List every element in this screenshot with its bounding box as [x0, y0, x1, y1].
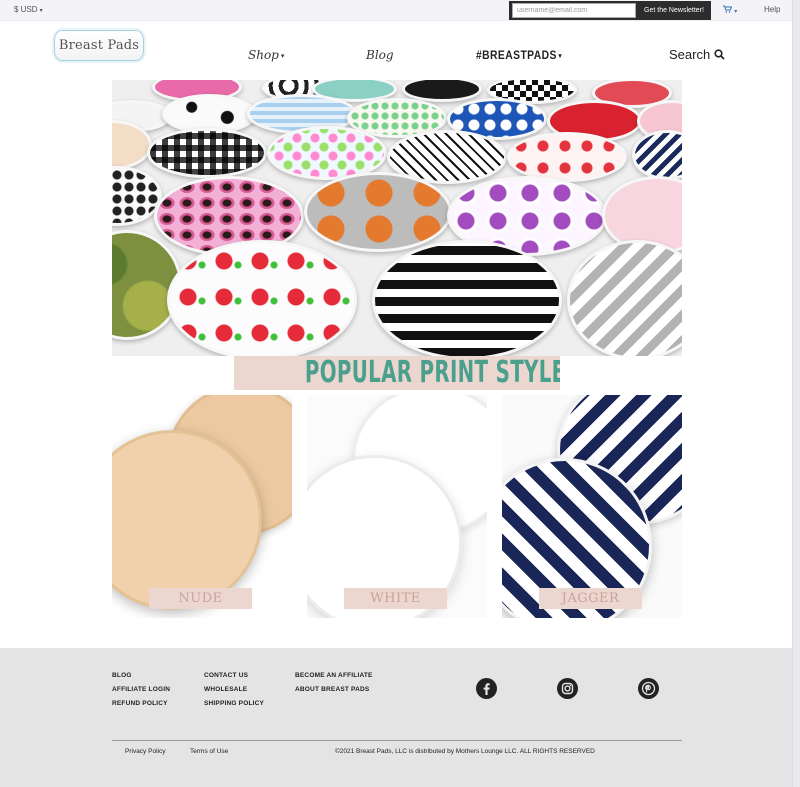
- pad-gray-chevron: [567, 240, 682, 356]
- footer-link-refund-policy[interactable]: REFUND POLICY: [112, 700, 168, 707]
- logo-text: Breast Pads: [58, 38, 140, 53]
- footer-link-contact-us[interactable]: CONTACT US: [204, 672, 248, 679]
- newsletter-submit-button[interactable]: Get the Newsletter!: [639, 3, 709, 18]
- footer-link-about[interactable]: ABOUT BREAST PADS: [295, 686, 369, 693]
- product-label-white: WHITE: [344, 588, 447, 609]
- pad-navy-chevron-r: [632, 130, 682, 180]
- footer-link-wholesale[interactable]: WHOLESALE: [204, 686, 247, 693]
- banner-heading: POPULAR PRINT STYLES: [304, 356, 560, 390]
- cart-icon: [723, 5, 734, 15]
- footer-link-blog[interactable]: BLOG: [112, 672, 132, 679]
- search-button[interactable]: Search: [669, 47, 725, 62]
- facebook-icon[interactable]: [476, 678, 497, 699]
- currency-selector[interactable]: $ USD ▾: [14, 5, 43, 14]
- help-link[interactable]: Help: [764, 5, 780, 14]
- pinterest-icon[interactable]: [638, 678, 659, 699]
- pad-basketball: [304, 172, 452, 252]
- search-label: Search: [669, 47, 711, 62]
- pad-gingham: [147, 128, 267, 178]
- product-tile-nude[interactable]: NUDE: [112, 395, 292, 618]
- pad-hearts: [507, 132, 627, 182]
- page-scrollbar[interactable]: [792, 0, 800, 787]
- search-icon: [714, 47, 725, 62]
- product-tile-white[interactable]: WHITE: [307, 395, 487, 618]
- footer-divider: [112, 740, 682, 741]
- product-label-jagger: JAGGER: [539, 588, 642, 609]
- product-tile-jagger[interactable]: JAGGER: [502, 395, 682, 618]
- site-footer: [0, 648, 792, 787]
- instagram-icon[interactable]: [557, 678, 578, 699]
- footer-link-become-affiliate[interactable]: BECOME AN AFFILIATE: [295, 672, 373, 679]
- newsletter-form: Get the Newsletter!: [509, 1, 711, 20]
- footer-terms-link[interactable]: Terms of Use: [190, 748, 228, 755]
- nav-blog[interactable]: Blog: [366, 48, 394, 62]
- footer-link-shipping-policy[interactable]: SHIPPING POLICY: [204, 700, 264, 707]
- product-label-nude: NUDE: [149, 588, 252, 609]
- cart-button[interactable]: ▾: [723, 5, 737, 15]
- pad-bw-stripes: [372, 240, 562, 356]
- nav-hashtag[interactable]: #BREASTPADS ▾: [476, 48, 562, 62]
- footer-privacy-link[interactable]: Privacy Policy: [125, 748, 165, 755]
- chevron-down-icon: ▾: [734, 9, 738, 15]
- site-logo[interactable]: Breast Pads: [54, 30, 144, 61]
- nav-blog-label: Blog: [366, 48, 394, 62]
- nav-shop-label: Shop: [248, 48, 279, 62]
- top-bar: $ USD▾ Get the Newsletter! ▾ Help: [0, 0, 792, 21]
- newsletter-email-input[interactable]: [512, 3, 636, 18]
- currency-label: $ USD: [14, 5, 38, 14]
- hero-image[interactable]: [112, 80, 682, 356]
- chevron-down-icon: ▾: [39, 8, 43, 14]
- pad-cherries: [167, 240, 357, 356]
- footer-link-affiliate-login[interactable]: AFFILIATE LOGIN: [112, 686, 170, 693]
- nav-hashtag-label: #BREASTPADS: [476, 48, 557, 62]
- popular-styles-banner: POPULAR PRINT STYLES: [234, 356, 560, 390]
- nav-shop[interactable]: Shop ▾: [248, 48, 284, 62]
- footer-copyright: ©2021 Breast Pads, LLC is distributed by…: [335, 748, 595, 755]
- chevron-down-icon: ▾: [280, 51, 285, 60]
- chevron-down-icon: ▾: [558, 52, 562, 60]
